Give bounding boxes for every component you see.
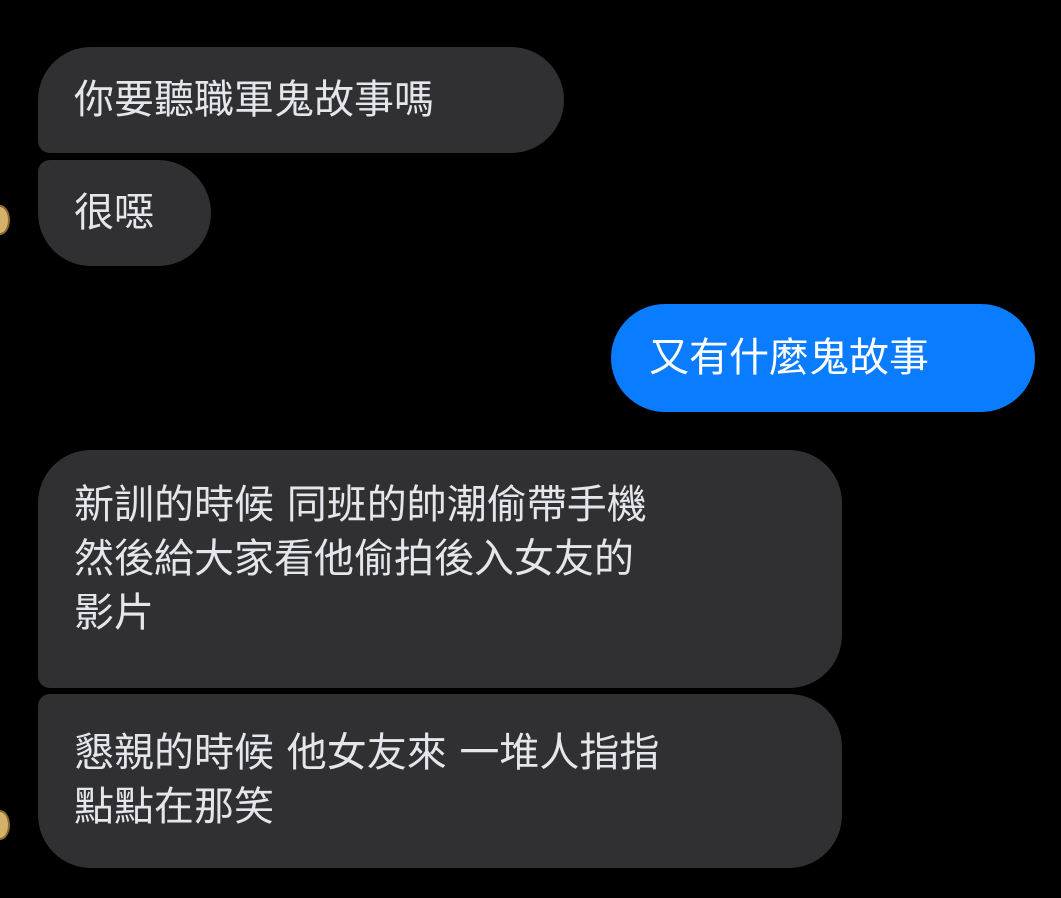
message-bubble-incoming[interactable]: 你要聽職軍鬼故事嗎: [38, 47, 564, 153]
message-bubble-incoming[interactable]: 懇親的時候 他女友來 一堆人指指 點點在那笑: [38, 694, 842, 868]
message-bubble-outgoing[interactable]: 又有什麼鬼故事: [611, 304, 1035, 412]
sender-avatar[interactable]: [0, 810, 10, 840]
sender-avatar[interactable]: [0, 205, 10, 235]
message-bubble-incoming[interactable]: 很噁: [38, 160, 211, 266]
message-bubble-incoming[interactable]: 新訓的時候 同班的帥潮偷帶手機 然後給大家看他偷拍後入女友的 影片: [38, 450, 842, 688]
